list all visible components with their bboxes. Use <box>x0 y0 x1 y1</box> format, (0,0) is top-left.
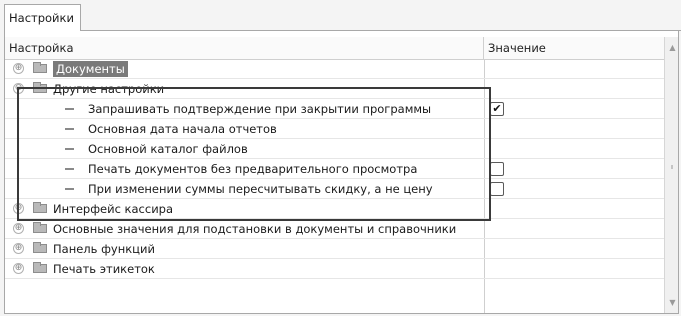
setting-dash-icon <box>65 148 74 150</box>
setting-label: Печать документов без предварительного п… <box>88 162 418 176</box>
tree-row-label: Печать этикеток <box>53 262 155 276</box>
grid-header: Настройка Значение <box>5 37 678 60</box>
setting-row-print-without-preview[interactable]: Печать документов без предварительного п… <box>5 159 664 179</box>
print-without-preview-checkbox[interactable] <box>490 162 504 176</box>
tree-row-label-printing[interactable]: ⊕ Печать этикеток <box>5 259 664 279</box>
tree-row-other-settings[interactable]: ⊖ Другие настройки <box>5 79 664 99</box>
setting-dash-icon <box>65 188 74 190</box>
setting-dash-icon <box>65 168 74 170</box>
tree-row-label: Другие настройки <box>53 82 165 96</box>
tree-row-default-values[interactable]: ⊕ Основные значения для подстановки в до… <box>5 219 664 239</box>
tree-row-cashier-interface[interactable]: ⊕ Интерфейс кассира <box>5 199 664 219</box>
tree-row-label: Основные значения для подстановки в доку… <box>53 222 457 236</box>
expand-icon[interactable]: ⊕ <box>13 63 24 74</box>
expand-icon[interactable]: ⊕ <box>13 243 24 254</box>
column-header-setting[interactable]: Настройка <box>5 37 484 59</box>
tab-settings[interactable]: Настройки <box>4 4 81 31</box>
vertical-scrollbar[interactable]: ▲ ▼ <box>664 37 678 313</box>
collapse-icon[interactable]: ⊖ <box>13 83 24 94</box>
setting-row-report-start-date[interactable]: Основная дата начала отчетов <box>5 119 664 139</box>
tree-row-documents[interactable]: ⊕ Документы <box>5 59 664 79</box>
setting-label: При изменении суммы пересчитывать скидку… <box>88 182 433 196</box>
setting-row-files-directory[interactable]: Основной каталог файлов <box>5 139 664 159</box>
tree-row-function-panel[interactable]: ⊕ Панель функций <box>5 239 664 259</box>
tree-row-label: Интерфейс кассира <box>53 202 174 216</box>
scroll-down-icon[interactable]: ▼ <box>667 297 678 309</box>
setting-label: Основной каталог файлов <box>88 142 248 156</box>
tree-row-label: Документы <box>53 61 128 77</box>
folder-icon <box>33 82 47 93</box>
setting-label: Основная дата начала отчетов <box>88 122 277 136</box>
folder-icon <box>33 62 47 73</box>
folder-icon <box>33 202 47 213</box>
scroll-thumb-grip[interactable] <box>671 165 673 169</box>
expand-icon[interactable]: ⊕ <box>13 263 24 274</box>
expand-icon[interactable]: ⊕ <box>13 203 24 214</box>
column-header-value[interactable]: Значение <box>484 37 664 59</box>
recalc-discount-checkbox[interactable] <box>490 182 504 196</box>
setting-dash-icon <box>65 108 74 110</box>
setting-label: Запрашивать подтверждение при закрытии п… <box>88 102 432 116</box>
setting-dash-icon <box>65 128 74 130</box>
settings-grid: Настройка Значение ⊕ Документы ⊖ Другие … <box>4 31 679 314</box>
scroll-up-icon[interactable]: ▲ <box>667 42 678 54</box>
folder-icon <box>33 242 47 253</box>
expand-icon[interactable]: ⊕ <box>13 223 24 234</box>
setting-row-confirm-exit[interactable]: Запрашивать подтверждение при закрытии п… <box>5 99 664 119</box>
folder-icon <box>33 222 47 233</box>
folder-icon <box>33 262 47 273</box>
setting-row-recalc-discount[interactable]: При изменении суммы пересчитывать скидку… <box>5 179 664 199</box>
confirm-exit-checkbox[interactable]: ✔ <box>490 102 504 116</box>
tree-row-label: Панель функций <box>53 242 155 256</box>
